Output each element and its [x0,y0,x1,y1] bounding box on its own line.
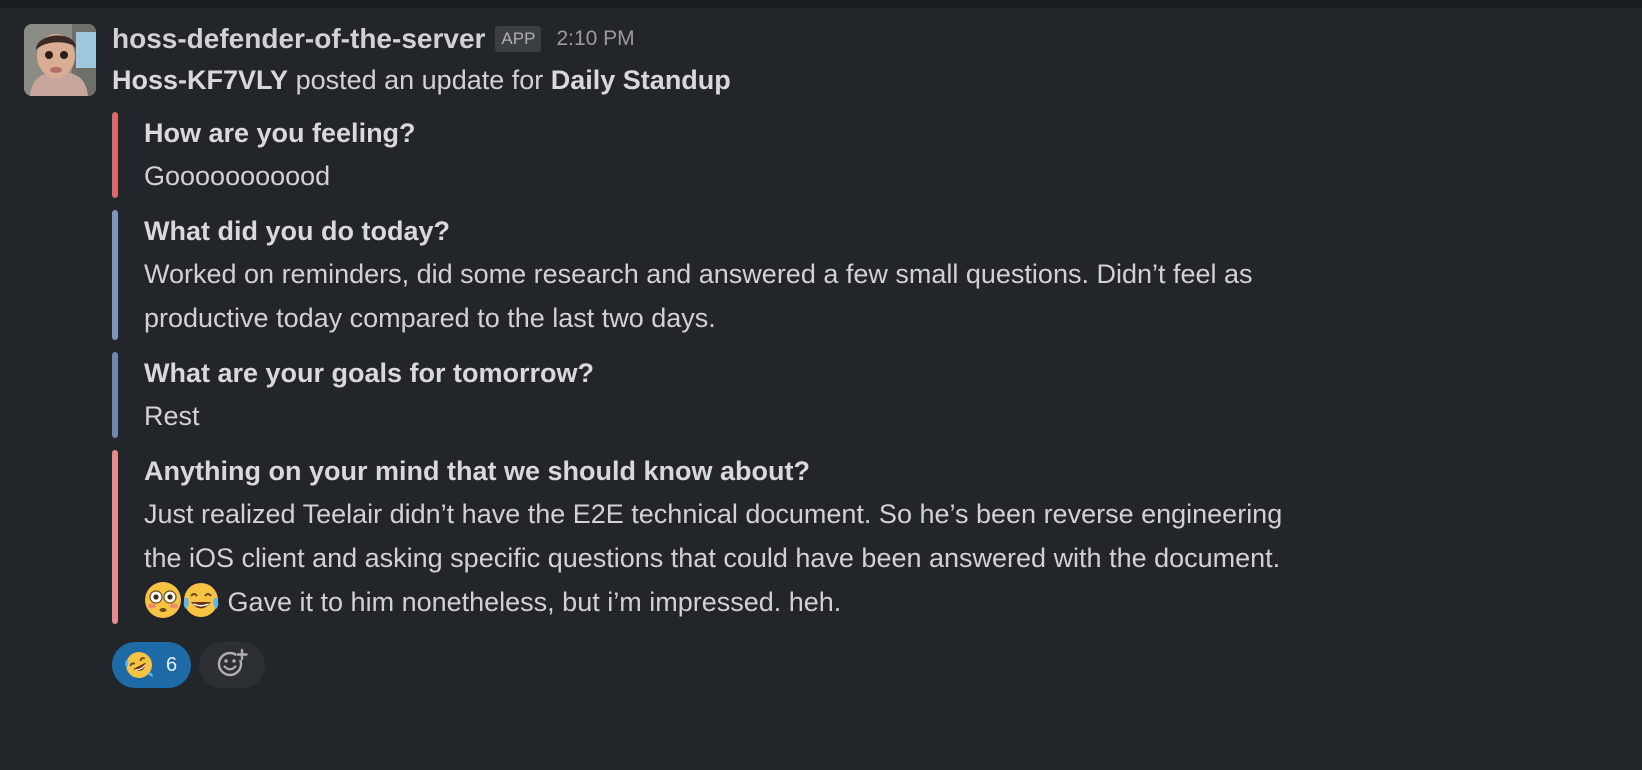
attachment-mind: Anything on your mind that we should kno… [112,450,1294,624]
intro-text: posted an update for [288,65,551,95]
attachment-title: What did you do today? [144,216,450,246]
attachment-today: What did you do today? Worked on reminde… [112,210,1294,340]
attachment-title: How are you feeling? [144,118,416,148]
attachment-text: Gooooooooood [144,161,331,191]
attachment-color-bar [112,210,118,340]
rolling-on-floor-laughing-icon [124,650,154,680]
reaction-rolling-on-floor-laughing[interactable]: 6 [112,642,192,688]
message-intro: Hoss-KF7VLY posted an update for Daily S… [112,60,1512,100]
attachment-title: Anything on your mind that we should kno… [144,456,810,486]
attachment-text-part: Gave it to him nonetheless, but i’m impr… [220,587,842,617]
reactions-row: 6 [112,642,1512,688]
attachment-color-bar [112,352,118,438]
sender-name[interactable]: hoss-defender-of-the-server [112,23,485,55]
attachment-title: What are your goals for tomorrow? [144,358,595,388]
face-with-tears-of-joy-icon [182,581,220,619]
intro-user: Hoss-KF7VLY [112,65,289,95]
attachment-color-bar [112,112,118,198]
timestamp[interactable]: 2:10 PM [556,27,634,51]
attachment-color-bar [112,450,118,624]
attachment-goals: What are your goals for tomorrow? Rest [112,352,1294,438]
window-top-bar [0,0,1642,8]
message-header: hoss-defender-of-the-server APP 2:10 PM [112,22,1512,56]
attachment-text: Worked on reminders, did some research a… [144,259,1253,333]
flushed-face-icon [144,581,182,619]
reaction-count: 6 [166,653,178,676]
avatar[interactable] [24,24,96,96]
message-content: hoss-defender-of-the-server APP 2:10 PM … [112,22,1512,688]
app-badge: APP [495,26,542,52]
add-reaction-icon [216,647,249,684]
add-reaction-button[interactable] [199,642,266,688]
attachment-text: Rest [144,401,200,431]
attachment-text: Just realized Teelair didn’t have the E2… [144,492,1294,624]
intro-standup-name: Daily Standup [550,65,731,95]
attachment-feeling: How are you feeling? Gooooooooood [112,112,1294,198]
attachment-text-part: Just realized Teelair didn’t have the E2… [144,499,1283,573]
